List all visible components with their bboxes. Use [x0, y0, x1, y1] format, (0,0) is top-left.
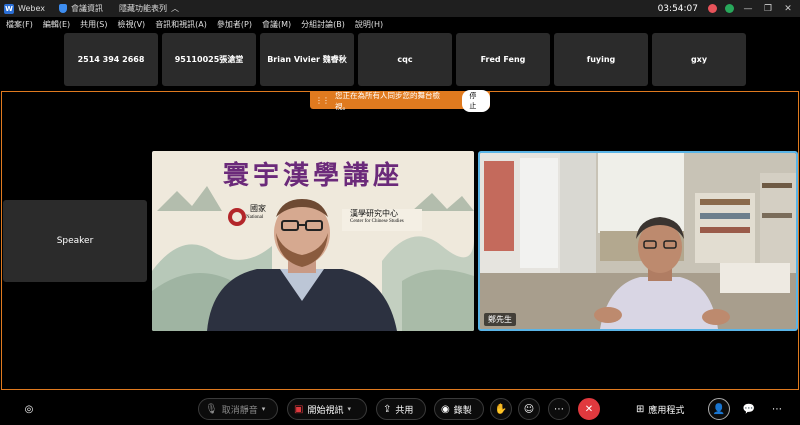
- speaker-tile[interactable]: Speaker: [3, 200, 147, 282]
- unmute-button[interactable]: 🎙 取消靜音 ▾: [198, 398, 278, 420]
- share-icon: ⇪: [383, 403, 392, 415]
- stop-sync-button[interactable]: 停止: [462, 89, 490, 112]
- connection-status-icon[interactable]: ◎: [18, 398, 40, 420]
- apps-grid-icon: ⊞: [636, 403, 645, 415]
- center-name-en: Center for Chinese Studies: [350, 219, 404, 224]
- lecture-series-title: 寰宇漢學講座: [222, 161, 403, 191]
- sync-banner-text: 您正在為所有人同步您的舞台檢視。: [335, 90, 440, 111]
- more-panels-icon[interactable]: ⋯: [766, 398, 788, 420]
- close-icon[interactable]: ✕: [782, 3, 794, 15]
- menu-share[interactable]: 共用(S): [80, 19, 107, 30]
- institution-name-zh: 國家: [250, 204, 266, 213]
- menu-meeting[interactable]: 會議(M): [262, 19, 291, 30]
- center-name-zh: 漢學研究中心: [350, 209, 398, 218]
- share-label: 共用: [395, 405, 414, 416]
- menu-view[interactable]: 檢視(V): [117, 19, 145, 30]
- chat-icon[interactable]: 💬: [738, 398, 760, 420]
- participant-tile[interactable]: Fred Feng: [456, 33, 550, 86]
- participant-strip: 2514 394 2668 95110025張滄堂 Brian Vivier 魏…: [64, 33, 746, 86]
- participant-name-label: 鄭先生: [484, 313, 516, 326]
- start-video-label: 開始視訊: [307, 405, 344, 416]
- hide-menu-bar-button[interactable]: 隱藏功能表列 ︿: [119, 3, 179, 14]
- titlebar-right: 03:54:07 — ❐ ✕: [658, 0, 794, 17]
- start-video-button[interactable]: ▣ 開始視訊 ▾: [287, 398, 367, 420]
- participants-panel-icon[interactable]: 👤: [708, 398, 730, 420]
- video-tile-active-speaker[interactable]: 鄭先生: [478, 151, 798, 331]
- reactions-icon[interactable]: ☺: [518, 398, 540, 420]
- status-green-icon[interactable]: [725, 4, 734, 13]
- meeting-controls-toolbar: ◎ 🎙 取消靜音 ▾ ▣ 開始視訊 ▾ ⇪ 共用 ◉ 錄製 ✋ ☺ ⋯ ✕ ⊞ …: [0, 392, 800, 425]
- chevron-down-icon[interactable]: ▾: [347, 405, 351, 413]
- participant-tile[interactable]: cqc: [358, 33, 452, 86]
- apps-button[interactable]: ⊞ 應用程式: [636, 398, 684, 420]
- mic-muted-icon: 🎙: [205, 403, 218, 415]
- meeting-info-label: 會議資訊: [70, 4, 103, 13]
- menu-help[interactable]: 說明(H): [355, 19, 383, 30]
- restore-icon[interactable]: ❐: [762, 3, 774, 15]
- webex-logo-icon: W: [4, 3, 14, 14]
- chevron-down-icon[interactable]: ▾: [262, 405, 266, 413]
- institution-name-en: National: [246, 215, 264, 220]
- menu-audio-video[interactable]: 音訊和視訊(A): [155, 19, 207, 30]
- menu-bar: 檔案(F) 編輯(E) 共用(S) 檢視(V) 音訊和視訊(A) 參加者(P) …: [0, 17, 800, 31]
- share-button[interactable]: ⇪ 共用: [376, 398, 426, 420]
- record-button[interactable]: ◉ 錄製: [434, 398, 484, 420]
- meeting-info-button[interactable]: 會議資訊: [58, 3, 103, 14]
- more-options-icon[interactable]: ⋯: [548, 398, 570, 420]
- unmute-label: 取消靜音: [221, 405, 258, 416]
- menu-participants[interactable]: 參加者(P): [217, 19, 252, 30]
- participant-tile[interactable]: fuying: [554, 33, 648, 86]
- status-red-icon[interactable]: [708, 4, 717, 13]
- menu-edit[interactable]: 編輯(E): [43, 19, 70, 30]
- menu-breakout[interactable]: 分組討論(B): [301, 19, 345, 30]
- participant-tile[interactable]: gxy: [652, 33, 746, 86]
- video-tile-lecturer[interactable]: 寰宇漢學講座 國家 National 漢學研究中心 Center for Chi…: [152, 151, 474, 331]
- apps-label: 應用程式: [648, 405, 685, 416]
- raise-hand-icon[interactable]: ✋: [490, 398, 512, 420]
- speaker-label: Speaker: [56, 236, 94, 246]
- record-label: 錄製: [453, 405, 472, 416]
- office-background-image: [480, 153, 796, 329]
- menu-file[interactable]: 檔案(F): [6, 19, 33, 30]
- record-icon: ◉: [441, 403, 450, 415]
- leave-meeting-button[interactable]: ✕: [578, 398, 600, 420]
- minimize-icon[interactable]: —: [742, 3, 754, 15]
- app-name: Webex: [18, 4, 45, 13]
- title-bar: W Webex 會議資訊 隱藏功能表列 ︿ 03:54:07 — ❐ ✕: [0, 0, 800, 17]
- hide-menu-label: 隱藏功能表列: [118, 4, 167, 13]
- shield-icon: [58, 4, 67, 13]
- chevron-up-icon: ︿: [170, 4, 179, 13]
- participant-tile[interactable]: 95110025張滄堂: [162, 33, 256, 86]
- drag-handle-icon[interactable]: ⋮⋮: [315, 96, 330, 105]
- sync-stage-banner: ⋮⋮ 您正在為所有人同步您的舞台檢視。 停止: [310, 89, 490, 112]
- clock-time: 03:54:07: [657, 3, 698, 14]
- participant-tile[interactable]: 2514 394 2668: [64, 33, 158, 86]
- participant-tile[interactable]: Brian Vivier 魏睿秋: [260, 33, 354, 86]
- video-off-icon: ▣: [294, 403, 304, 415]
